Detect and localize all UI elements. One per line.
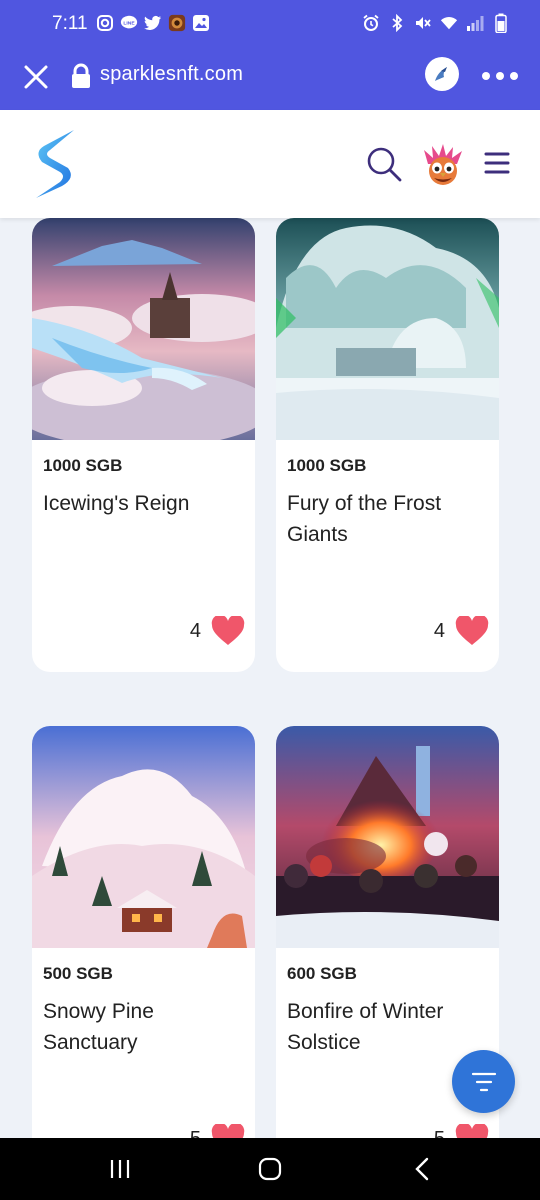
card-title: Bonfire of Winter Solstice bbox=[287, 1000, 444, 1054]
menu-icon bbox=[484, 152, 510, 174]
like-group[interactable]: 4 bbox=[434, 616, 489, 646]
sparkles-logo[interactable] bbox=[32, 126, 78, 202]
filter-icon bbox=[471, 1072, 496, 1091]
like-count: 4 bbox=[433, 619, 445, 642]
menu-button[interactable] bbox=[484, 150, 510, 176]
game-icon bbox=[168, 14, 186, 32]
card-title: Icewing's Reign bbox=[43, 492, 190, 515]
url-text[interactable]: sparklesnft.com bbox=[100, 63, 243, 86]
battery-icon bbox=[492, 13, 510, 33]
heart-icon[interactable] bbox=[455, 1124, 489, 1138]
system-icons bbox=[362, 13, 510, 33]
notification-icons: LINE bbox=[96, 14, 210, 32]
wifi-icon bbox=[440, 14, 458, 32]
browser-toolbar: sparklesnft.com bbox=[0, 50, 540, 110]
alarm-icon bbox=[362, 14, 380, 32]
svg-text:LINE: LINE bbox=[123, 20, 135, 26]
dot-icon bbox=[482, 72, 490, 80]
card-title: Fury of the Frost Giants bbox=[287, 492, 442, 546]
gallery-icon bbox=[192, 14, 210, 32]
twitter-icon bbox=[144, 14, 162, 32]
like-group[interactable]: 5 bbox=[190, 1124, 245, 1138]
filter-button[interactable] bbox=[452, 1050, 515, 1113]
like-group[interactable]: 4 bbox=[190, 616, 245, 646]
app-header bbox=[0, 110, 540, 218]
card-price: 1000 SGB bbox=[43, 456, 123, 475]
nft-card[interactable]: 500 SGB Snowy Pine Sanctuary 5 bbox=[32, 726, 255, 1138]
like-count: 4 bbox=[189, 619, 201, 642]
line-icon: LINE bbox=[120, 14, 138, 32]
card-title: Snowy Pine Sanctuary bbox=[43, 1000, 154, 1054]
avatar[interactable] bbox=[420, 144, 466, 190]
lock-icon bbox=[70, 63, 92, 89]
close-tab-button[interactable] bbox=[22, 63, 50, 91]
dot-icon bbox=[496, 72, 504, 80]
like-count: 5 bbox=[434, 1128, 445, 1139]
status-time: 7:11 bbox=[52, 13, 88, 34]
card-price: 600 SGB bbox=[287, 964, 357, 983]
signal-icon bbox=[466, 14, 484, 32]
search-button[interactable] bbox=[364, 144, 404, 184]
bluetooth-icon bbox=[388, 14, 406, 32]
extension-button[interactable] bbox=[425, 57, 459, 91]
nft-image bbox=[276, 726, 499, 948]
heart-icon[interactable] bbox=[211, 1124, 245, 1138]
nft-grid: 1000 SGB Icewing's Reign 4 1000 SGB Fury… bbox=[0, 218, 540, 1138]
mute-icon bbox=[414, 14, 432, 32]
bird-icon bbox=[435, 67, 447, 81]
recent-apps-icon bbox=[110, 1160, 130, 1178]
card-price: 1000 SGB bbox=[287, 456, 367, 475]
search-icon bbox=[367, 147, 402, 182]
nft-image bbox=[276, 218, 499, 440]
nft-image bbox=[32, 726, 255, 948]
home-icon bbox=[258, 1157, 282, 1181]
heart-icon[interactable] bbox=[211, 616, 245, 646]
status-bar: 7:11 LINE bbox=[0, 0, 540, 50]
like-group[interactable]: 5 bbox=[434, 1124, 489, 1138]
more-options-button[interactable] bbox=[482, 64, 518, 88]
back-button[interactable] bbox=[408, 1156, 438, 1182]
instagram-icon bbox=[96, 14, 114, 32]
recent-apps-button[interactable] bbox=[105, 1156, 135, 1182]
nft-image bbox=[32, 218, 255, 440]
nft-card[interactable]: 1000 SGB Fury of the Frost Giants 4 bbox=[276, 218, 499, 672]
dot-icon bbox=[510, 72, 518, 80]
like-count: 5 bbox=[190, 1128, 201, 1139]
close-icon bbox=[24, 65, 48, 89]
system-nav-bar bbox=[0, 1138, 540, 1200]
heart-icon[interactable] bbox=[455, 616, 489, 646]
card-price: 500 SGB bbox=[43, 964, 113, 983]
home-button[interactable] bbox=[255, 1156, 285, 1182]
back-icon bbox=[415, 1157, 429, 1181]
nft-card[interactable]: 1000 SGB Icewing's Reign 4 bbox=[32, 218, 255, 672]
